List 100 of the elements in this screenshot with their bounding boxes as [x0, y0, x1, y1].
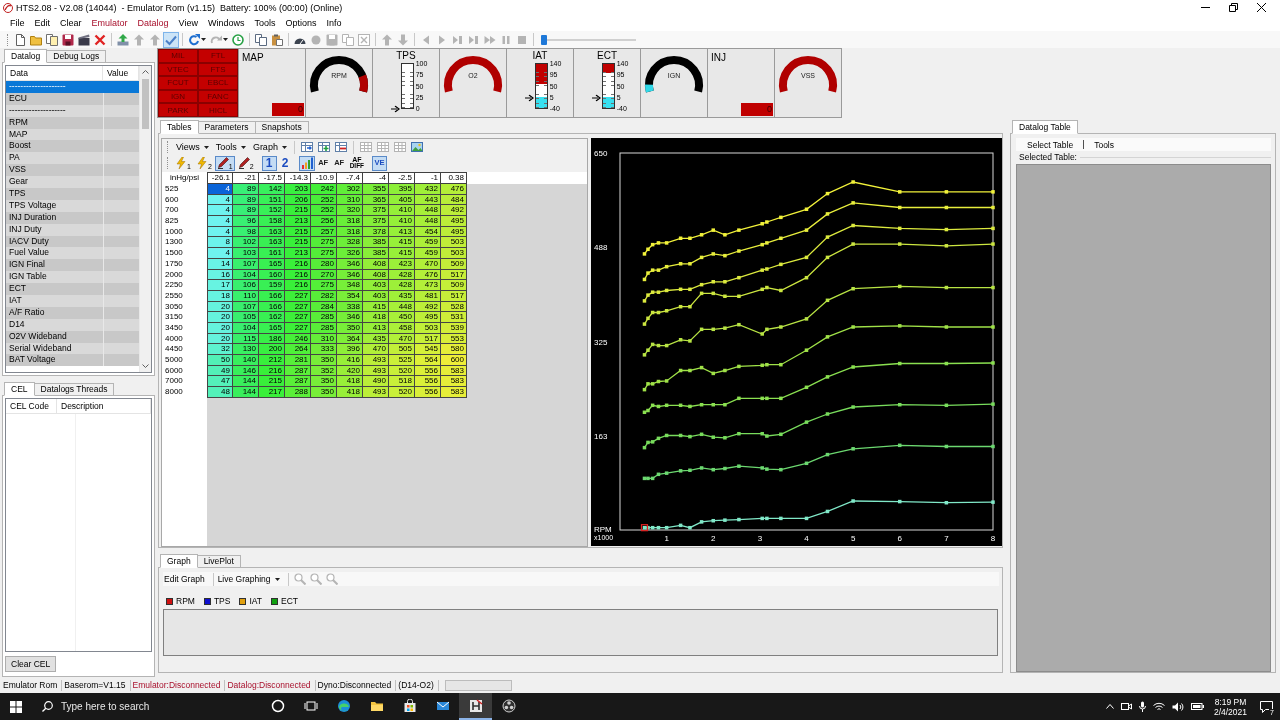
table-cell[interactable]: 4 — [207, 248, 233, 259]
list-item[interactable]: TPS — [6, 188, 139, 200]
list-item[interactable]: BAT Voltage — [6, 354, 139, 367]
table-cell[interactable]: 256 — [311, 216, 337, 227]
menu-item[interactable]: Clear — [55, 15, 87, 31]
table-cell[interactable]: 165 — [259, 322, 285, 334]
tab[interactable]: Graph — [160, 554, 198, 568]
table-cell[interactable]: 418 — [337, 387, 363, 398]
table-cell[interactable]: 481 — [415, 290, 441, 302]
scrollbar[interactable] — [139, 66, 151, 372]
scrollbar-thumb[interactable] — [142, 79, 149, 129]
table-cell[interactable]: 473 — [415, 280, 441, 291]
list-item[interactable]: Fuel Value — [6, 247, 139, 260]
table-cell[interactable]: 159 — [259, 280, 285, 291]
table-cell[interactable]: 539 — [441, 322, 467, 334]
list-item[interactable]: IGN Table — [6, 271, 139, 284]
table-cell[interactable]: 18 — [207, 290, 233, 302]
tab[interactable]: Datalog Table — [1012, 120, 1078, 134]
table-cell[interactable]: 459 — [415, 248, 441, 259]
tab[interactable]: Parameters — [197, 121, 256, 133]
table-cell[interactable]: 476 — [441, 184, 467, 195]
table-cell[interactable]: 354 — [337, 290, 363, 302]
table-cell[interactable]: 285 — [311, 322, 337, 334]
table-cell[interactable]: 227 — [285, 312, 311, 323]
table-cell[interactable]: 275 — [311, 248, 337, 259]
taskbar-app[interactable] — [459, 693, 492, 720]
table-cell[interactable]: 416 — [337, 355, 363, 366]
table-cell[interactable]: 212 — [259, 355, 285, 366]
tab[interactable]: Snapshots — [254, 121, 309, 133]
table-cell[interactable]: 47 — [207, 376, 233, 388]
mode-button[interactable] — [298, 155, 315, 171]
table-cell[interactable]: 413 — [363, 322, 389, 334]
menu-item[interactable]: Emulator — [86, 15, 133, 31]
table-cell[interactable]: 107 — [233, 258, 259, 270]
table-cell[interactable]: 103 — [233, 248, 259, 259]
table-cell[interactable]: 165 — [259, 258, 285, 270]
table-cell[interactable]: 375 — [363, 216, 389, 227]
table-cell[interactable]: 564 — [415, 355, 441, 366]
table-cell[interactable]: 288 — [285, 387, 311, 398]
table-cell[interactable]: 350 — [311, 355, 337, 366]
table-cell[interactable]: 275 — [311, 280, 337, 291]
slider-track[interactable] — [541, 34, 636, 45]
table-cell[interactable]: 432 — [415, 184, 441, 195]
table-cell[interactable]: 350 — [311, 387, 337, 398]
list-item[interactable]: Gear — [6, 176, 139, 188]
table-cell[interactable]: 216 — [285, 280, 311, 291]
list-item[interactable]: IGN Final — [6, 259, 139, 272]
table-cell[interactable]: 493 — [363, 355, 389, 366]
table-cell[interactable]: 213 — [285, 216, 311, 227]
table-cell[interactable]: 227 — [285, 322, 311, 334]
table-cell[interactable]: 531 — [441, 312, 467, 323]
menu-item[interactable]: File — [5, 15, 30, 31]
menu-item[interactable]: Edit — [29, 15, 56, 31]
tab[interactable]: Datalog — [4, 49, 48, 63]
mode-button[interactable]: 2 — [277, 155, 293, 171]
table-cell[interactable]: 14 — [207, 258, 233, 270]
table-cell[interactable]: 556 — [415, 387, 441, 398]
list-item[interactable]: ECT — [6, 283, 139, 296]
table-cell[interactable]: 213 — [285, 248, 311, 259]
table-cell[interactable]: 346 — [337, 258, 363, 270]
clear-cel-button[interactable]: Clear CEL — [5, 656, 57, 672]
table-cell[interactable]: 282 — [311, 290, 337, 302]
mode-button[interactable]: 1 — [261, 155, 277, 171]
table-cell[interactable]: 517 — [441, 290, 467, 302]
table-cell[interactable]: 302 — [337, 184, 363, 195]
menu-item[interactable]: Tools — [249, 15, 281, 31]
list-item[interactable]: -------------------- — [6, 81, 139, 93]
column-header[interactable]: Description — [57, 399, 151, 413]
table-cell[interactable]: 217 — [259, 387, 285, 398]
table-cell[interactable]: 448 — [415, 216, 441, 227]
table-cell[interactable]: 428 — [389, 280, 415, 291]
toolbar-menu[interactable]: Live Graphing — [216, 572, 285, 586]
table-cell[interactable]: 326 — [337, 248, 363, 259]
column-header[interactable]: CEL Code — [6, 399, 57, 413]
slider-thumb[interactable] — [541, 34, 547, 45]
table-cell[interactable]: 493 — [363, 387, 389, 398]
menu-item[interactable]: Datalog — [132, 15, 174, 31]
table-cell[interactable]: 346 — [337, 312, 363, 323]
table-cell[interactable]: 495 — [415, 312, 441, 323]
menu-item[interactable]: Options — [280, 15, 322, 31]
dropdown-menu[interactable]: Graph — [249, 140, 290, 154]
table-cell[interactable]: 162 — [259, 312, 285, 323]
table-cell[interactable]: 50 — [207, 355, 233, 366]
toolbar-menu[interactable]: Select Table — [1022, 138, 1079, 151]
table-cell[interactable]: 106 — [233, 280, 259, 291]
table-cell[interactable]: 418 — [363, 312, 389, 323]
table-cell[interactable]: 495 — [441, 216, 467, 227]
table-cell[interactable]: 503 — [415, 322, 441, 334]
table-cell[interactable]: 348 — [337, 280, 363, 291]
table-cell[interactable]: 458 — [389, 322, 415, 334]
table-cell[interactable]: 600 — [441, 355, 467, 366]
table-cell[interactable]: 503 — [441, 248, 467, 259]
table-cell[interactable]: 403 — [363, 280, 389, 291]
tab[interactable]: Debug Logs — [46, 50, 107, 62]
table-cell[interactable]: 350 — [337, 322, 363, 334]
table-cell[interactable]: 110 — [233, 290, 259, 302]
table-cell[interactable]: 20 — [207, 312, 233, 323]
table-cell[interactable]: 20 — [207, 322, 233, 334]
menu-item[interactable]: Info — [321, 15, 347, 31]
table-cell[interactable]: 583 — [441, 387, 467, 398]
